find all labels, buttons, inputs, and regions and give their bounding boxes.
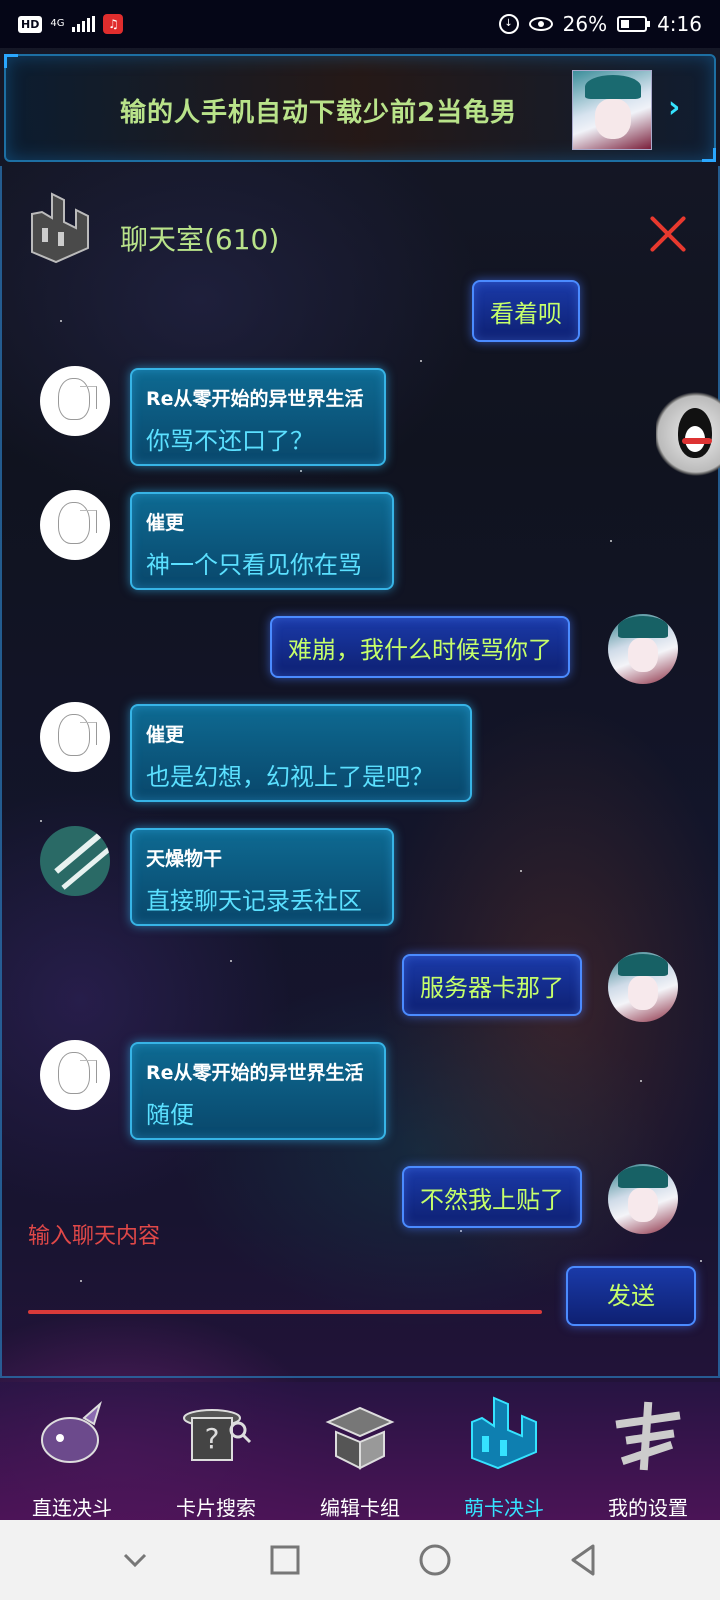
chat-message-self: 服务器卡那了: [402, 954, 582, 1016]
chat-message-other: 催更 神一个只看见你在骂: [130, 492, 394, 590]
chat-message-self: 难崩，我什么时候骂你了: [270, 616, 570, 678]
sender-name: 催更: [146, 512, 185, 534]
avatar[interactable]: [40, 366, 110, 436]
chat-message-other: Re从零开始的异世界生活 你骂不还口了？: [130, 368, 386, 466]
chat-input[interactable]: 输入聊天内容: [28, 1218, 160, 1250]
chat-room-title: 聊天室(610): [120, 223, 280, 256]
mycard-logo-icon: [31, 192, 89, 264]
nav-label: 萌卡决斗: [464, 1496, 544, 1520]
message-text: 看着呗: [490, 299, 562, 328]
nav-label: 卡片搜索: [176, 1496, 256, 1520]
banner-text: 输的人手机自动下载少前2当龟男: [120, 98, 518, 128]
avatar[interactable]: [608, 614, 678, 684]
chevron-right-icon[interactable]: ›: [668, 90, 680, 125]
chat-input-underline: [28, 1310, 542, 1314]
mycard-duel-icon: [471, 1396, 537, 1470]
message-text: 服务器卡那了: [420, 973, 564, 1002]
avatar[interactable]: [608, 952, 678, 1022]
avatar[interactable]: [40, 826, 110, 896]
message-text: 随便: [146, 1101, 194, 1129]
message-text: 神一个只看见你在骂: [146, 551, 362, 579]
dolphin-icon: [41, 1400, 102, 1463]
sender-name: Re从零开始的异世界生活: [146, 1062, 364, 1084]
nav-label: 直连决斗: [32, 1496, 112, 1520]
banner-avatar-image: [572, 70, 652, 150]
chat-message-other: 催更 也是幻想，幻视上了是吧？: [130, 704, 472, 802]
netease-music-icon: ♫: [103, 14, 124, 34]
avatar[interactable]: [40, 1040, 110, 1110]
system-navigation-bar: [0, 1520, 720, 1600]
nav-edit-deck[interactable]: 编辑卡组: [288, 1382, 432, 1520]
eye-comfort-icon: [528, 17, 553, 31]
message-text: 你骂不还口了？: [146, 427, 314, 455]
avatar[interactable]: [40, 702, 110, 772]
nav-mycard-duel[interactable]: 萌卡决斗: [432, 1382, 576, 1520]
nav-label: 我的设置: [608, 1496, 688, 1520]
message-text: 难崩，我什么时候骂你了: [288, 635, 552, 664]
chat-message-other: Re从零开始的异世界生活 随便: [130, 1042, 386, 1140]
chat-message-self: 看着呗: [472, 280, 580, 342]
magician-hat-search-icon: ?: [183, 1409, 252, 1461]
nav-label: 编辑卡组: [320, 1496, 400, 1520]
message-text: 不然我上贴了: [420, 1185, 564, 1214]
chat-message-other: 天燥物干 直接聊天记录丢社区: [130, 828, 394, 926]
bottom-navigation: 直连决斗 ? 卡片搜索 编辑卡组 萌卡决斗 我的设置: [0, 1382, 720, 1520]
qq-penguin-icon[interactable]: [656, 388, 720, 480]
sender-name: 天燥物干: [146, 848, 223, 870]
avatar[interactable]: [40, 490, 110, 560]
chat-message-self: 不然我上贴了: [402, 1166, 582, 1228]
battery-icon: [617, 16, 651, 32]
message-text: 直接聊天记录丢社区: [146, 887, 362, 915]
nav-card-search[interactable]: ? 卡片搜索: [144, 1382, 288, 1520]
chevron-down-icon[interactable]: [115, 1540, 155, 1580]
hd-icon: HD: [18, 15, 43, 33]
back-triangle-icon[interactable]: [565, 1540, 605, 1580]
settings-glyph-icon: [615, 1401, 681, 1471]
svg-text:?: ?: [205, 1422, 220, 1455]
status-bar: HD 4G ♫ ↓ 26% 4:16: [0, 0, 720, 48]
battery-percent: 26%: [562, 12, 608, 36]
card-box-icon: [325, 1406, 395, 1470]
recents-square-icon[interactable]: [265, 1540, 305, 1580]
sender-name: 催更: [146, 724, 185, 746]
close-icon[interactable]: [648, 214, 688, 254]
nav-my-settings[interactable]: 我的设置: [576, 1382, 720, 1520]
sender-name: Re从零开始的异世界生活: [146, 388, 364, 410]
data-saver-icon: ↓: [498, 14, 519, 34]
avatar[interactable]: [608, 1164, 678, 1234]
nav-direct-duel[interactable]: 直连决斗: [0, 1382, 144, 1520]
clock: 4:16: [657, 12, 702, 36]
message-text: 也是幻想，幻视上了是吧？: [146, 763, 434, 791]
signal-icon: [72, 16, 96, 32]
home-circle-icon[interactable]: [415, 1540, 455, 1580]
network-type: 4G: [50, 18, 65, 29]
announcement-banner[interactable]: 输的人手机自动下载少前2当龟男 ›: [4, 54, 716, 162]
send-button[interactable]: 发送: [566, 1266, 696, 1326]
